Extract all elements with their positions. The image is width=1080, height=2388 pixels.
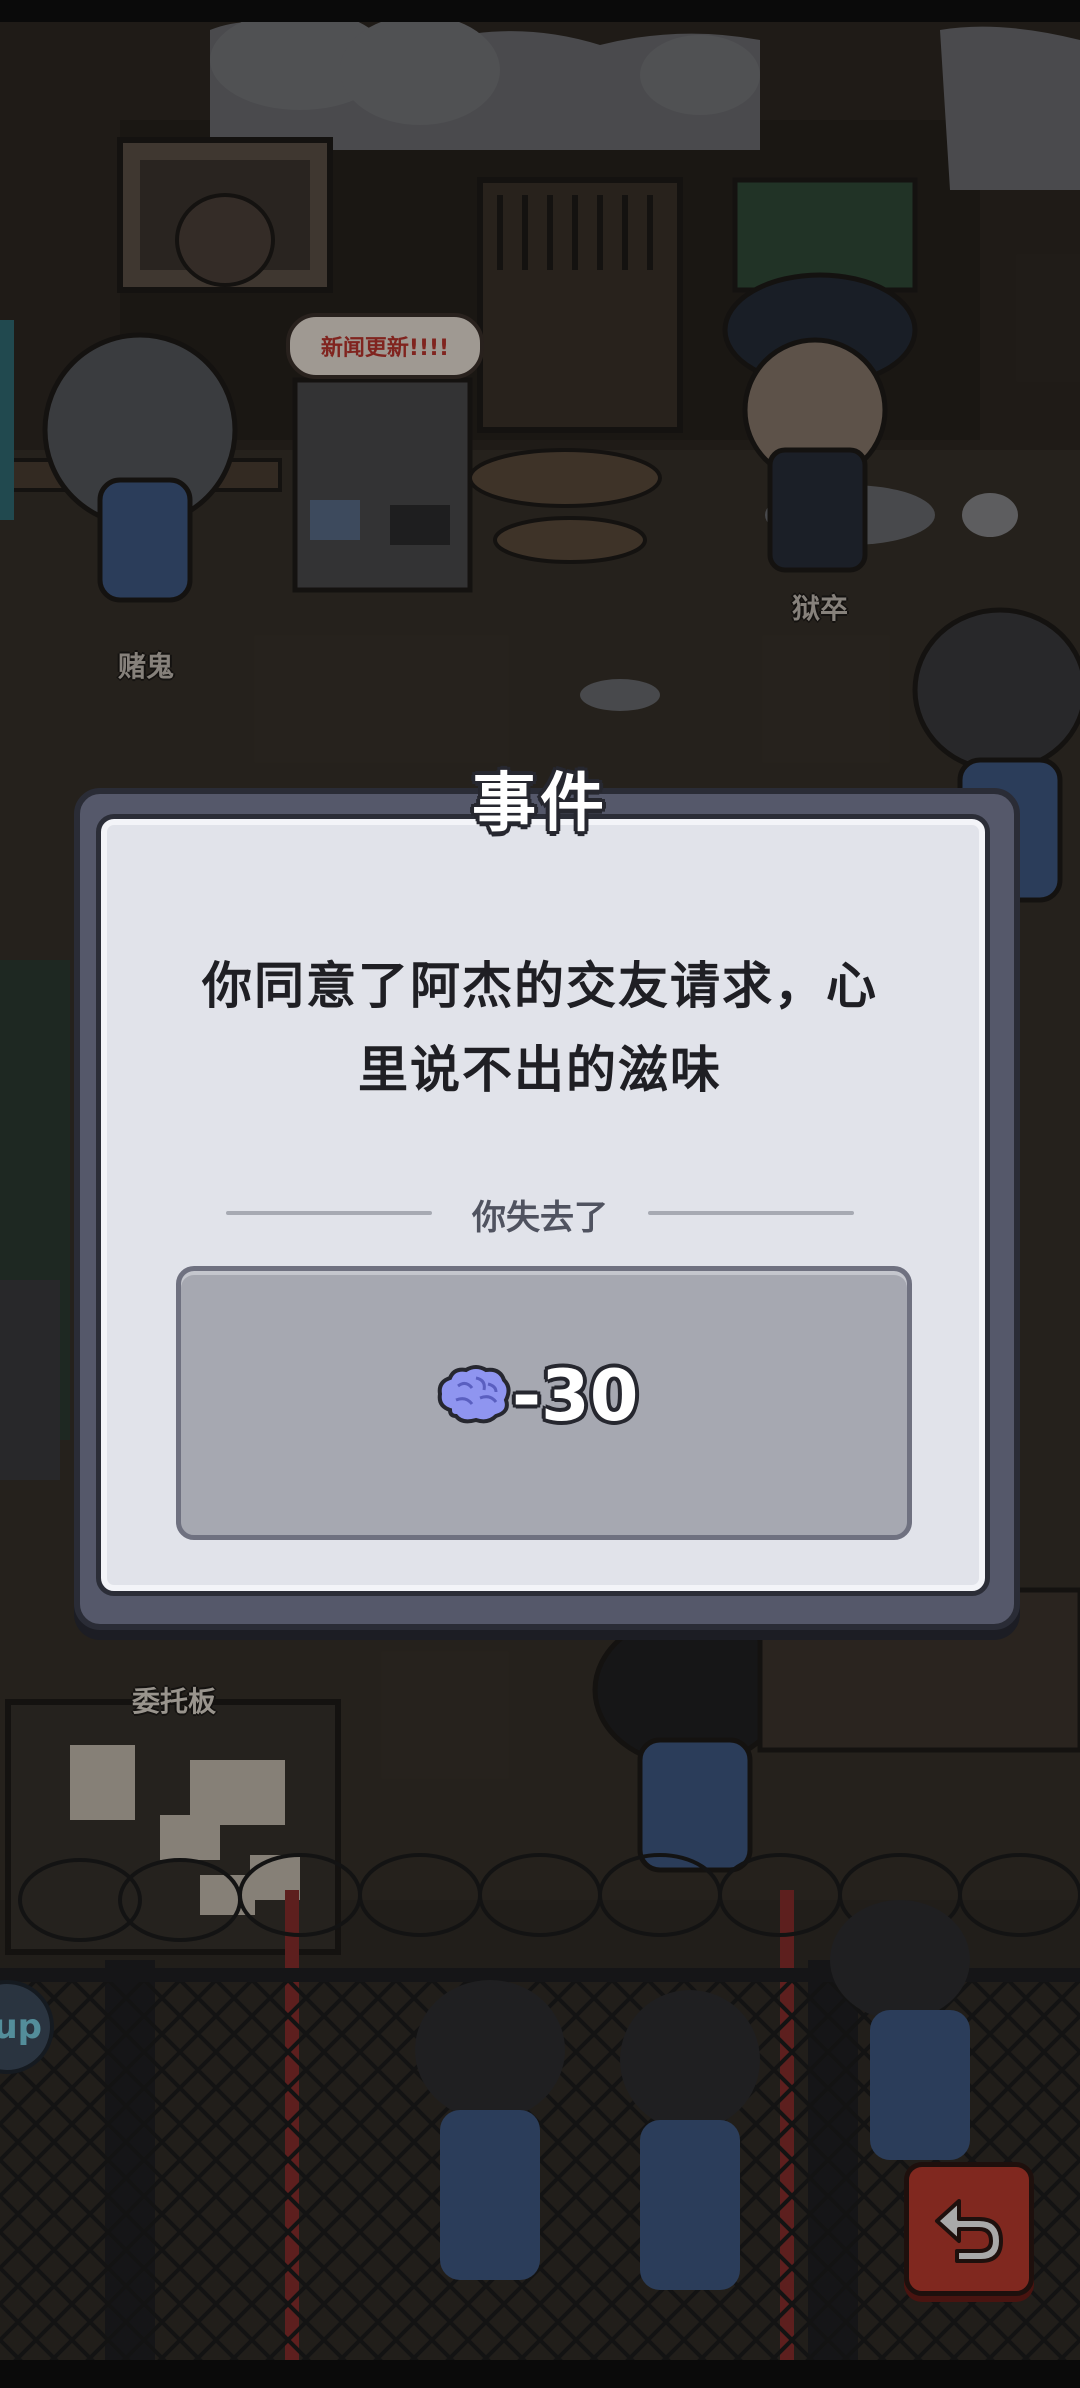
brain-icon bbox=[437, 1365, 511, 1424]
divider-left bbox=[226, 1211, 432, 1215]
navigation-bar bbox=[0, 2360, 1080, 2388]
event-dialog-title: 事件 bbox=[472, 767, 608, 841]
divider-right bbox=[648, 1211, 854, 1215]
news-update-bubble[interactable]: 新闻更新!!!! bbox=[286, 313, 484, 379]
loss-value: -30 bbox=[512, 1355, 639, 1437]
news-update-text: 新闻更新!!!! bbox=[320, 336, 450, 361]
event-message: 你同意了阿杰的交友请求，心 里说不出的滋味 bbox=[140, 944, 940, 1112]
lost-label: 你失去了 bbox=[472, 1198, 608, 1238]
commission-board[interactable] bbox=[8, 1702, 338, 1952]
event-message-line-1: 你同意了阿杰的交友请求，心 bbox=[202, 957, 878, 1015]
status-bar bbox=[0, 0, 1080, 22]
npc-gambler-name: 赌鬼 bbox=[118, 650, 175, 683]
return-arrow-icon bbox=[935, 2199, 1003, 2263]
back-button[interactable] bbox=[904, 2162, 1034, 2296]
npc-guard-name: 狱卒 bbox=[792, 592, 849, 625]
side-menu-label: up bbox=[0, 2007, 42, 2047]
event-message-line-2: 里说不出的滋味 bbox=[358, 1041, 722, 1099]
